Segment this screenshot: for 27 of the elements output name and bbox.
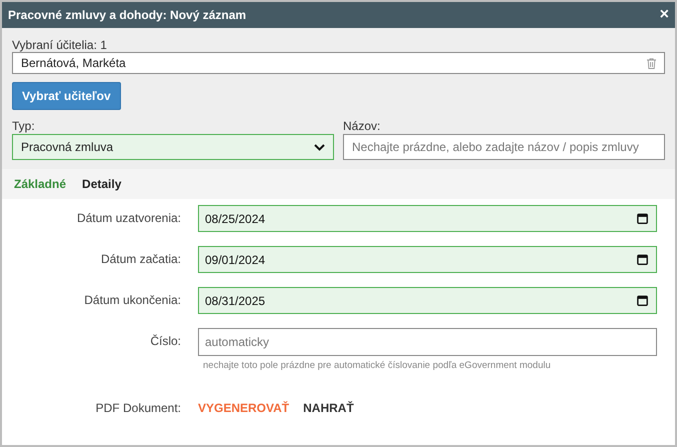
close-button[interactable]: × (660, 7, 669, 23)
field-label: Dátum začatia: (100, 251, 182, 268)
chevron-down-icon (314, 144, 325, 150)
teacher-field[interactable]: Bernátová, Markéta (12, 52, 665, 74)
window-title: Pracovné zmluvy a dohody: Nový záznam (8, 8, 246, 22)
name-input[interactable]: Nechajte prázdne, alebo zadajte názov / popis zmluvy (343, 134, 665, 160)
type-select[interactable]: Pracovná zmluva (12, 134, 334, 160)
tab[interactable]: Detaily (76, 177, 128, 191)
calendar-icon[interactable] (637, 213, 648, 224)
calendar-icon[interactable] (637, 295, 648, 306)
field-label: Číslo: (149, 333, 182, 350)
field-label: Typ: (12, 119, 36, 133)
select-teachers-button[interactable]: Vybrať učiteľov (12, 82, 121, 110)
field-label: PDF Dokument: (94, 400, 182, 417)
pdf-action-link[interactable]: NAHRAŤ (303, 395, 354, 421)
date-field[interactable]: 08/25/2024 (198, 205, 657, 232)
field-label: Názov: (343, 119, 382, 133)
calendar-icon[interactable] (637, 254, 648, 265)
number-input[interactable]: automaticky (198, 328, 657, 356)
field-label: Dátum ukončenia: (83, 292, 182, 309)
trash-icon[interactable] (647, 58, 656, 68)
date-field[interactable]: 08/31/2025 (198, 287, 657, 314)
tab[interactable]: Základné (8, 177, 72, 191)
date-field[interactable]: 09/01/2024 (198, 246, 657, 273)
field-label: Dátum uzatvorenia: (76, 210, 182, 227)
field-label: Vybraní účitelia: 1 (12, 38, 108, 52)
hint-text: nechajte toto pole prázdne pre automatické číslovanie podľa eGovernment modulu (202, 359, 552, 371)
